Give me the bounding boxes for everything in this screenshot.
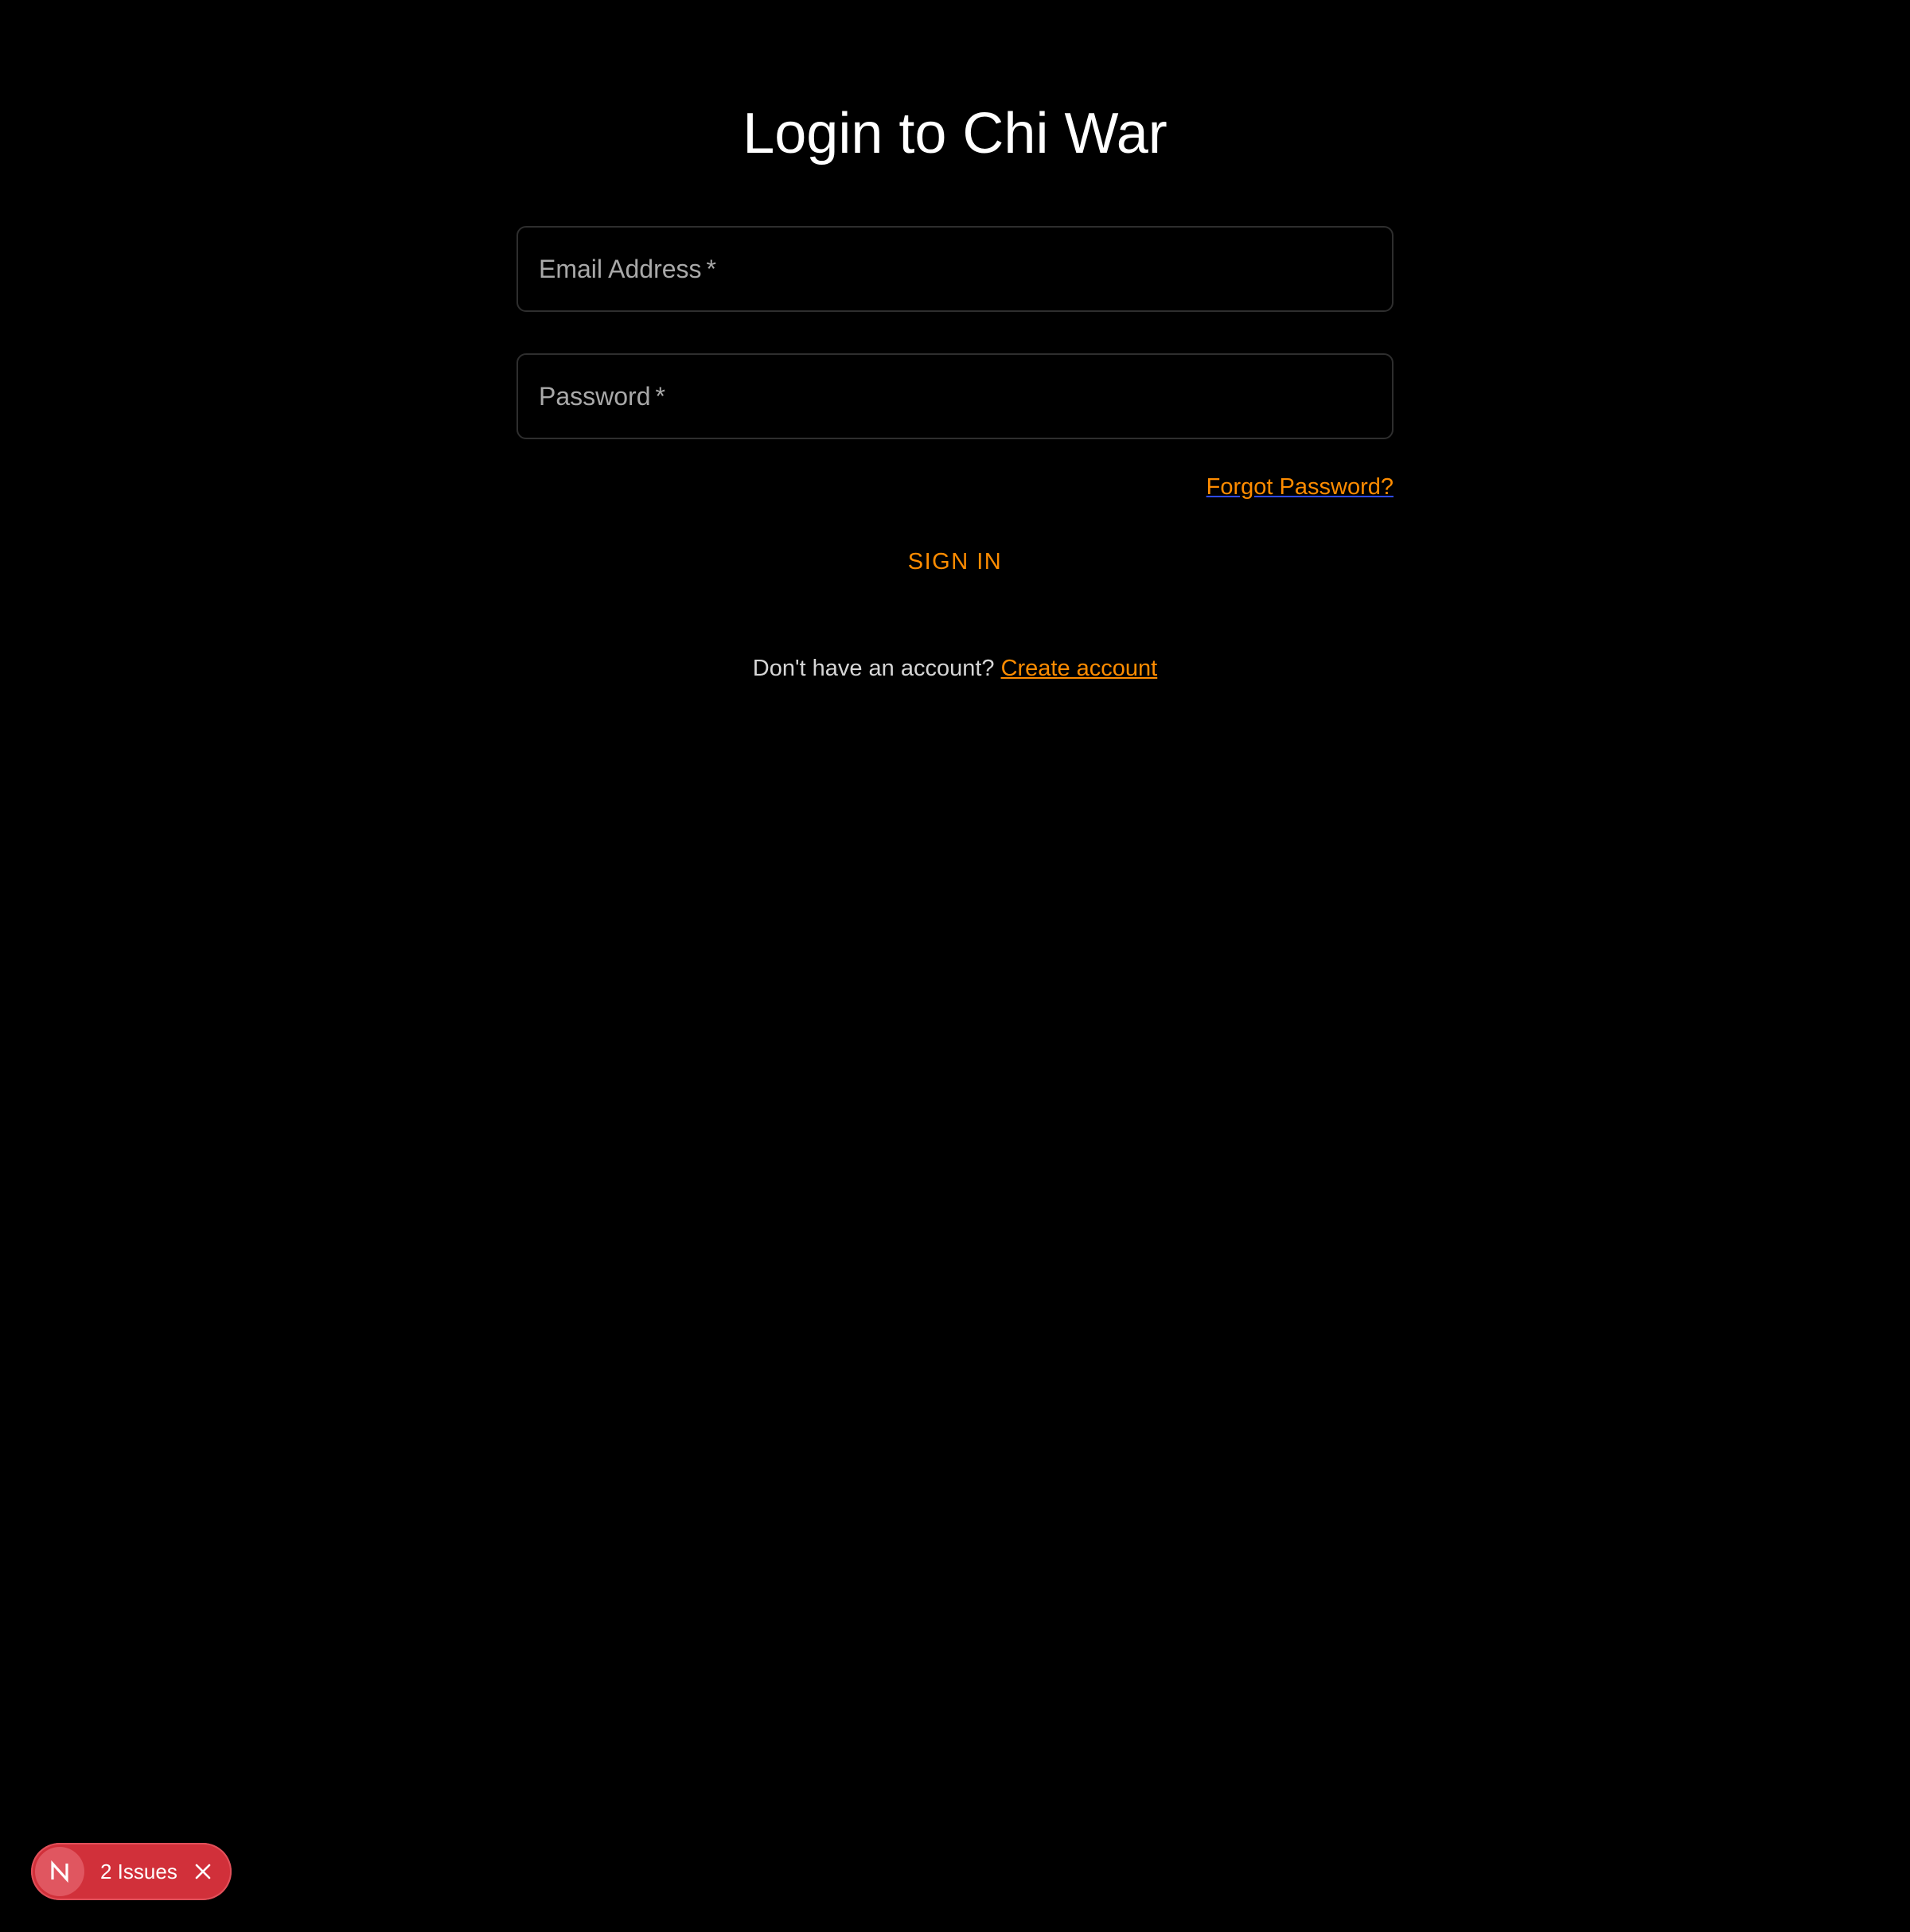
create-account-link[interactable]: Create account bbox=[1001, 656, 1158, 681]
close-icon[interactable] bbox=[192, 1860, 214, 1883]
nextjs-n-glyph bbox=[51, 1860, 68, 1883]
required-asterisk: * bbox=[706, 255, 716, 283]
signup-prompt-text: Don't have an account? bbox=[752, 656, 995, 681]
required-asterisk: * bbox=[655, 382, 665, 411]
signup-prompt-row: Don't have an account? Create account bbox=[0, 652, 1910, 684]
password-field-label: Password * bbox=[539, 382, 665, 411]
dev-issues-badge[interactable]: 2 Issues bbox=[31, 1843, 232, 1900]
nextjs-logo-icon[interactable] bbox=[35, 1847, 84, 1896]
issues-count-label[interactable]: 2 Issues bbox=[100, 1860, 177, 1884]
password-field[interactable]: Password * bbox=[516, 353, 1394, 439]
email-field[interactable]: Email Address * bbox=[516, 226, 1394, 312]
forgot-password-link[interactable]: Forgot Password? bbox=[1206, 471, 1394, 503]
email-field-label: Email Address * bbox=[539, 255, 716, 283]
login-page: Login to Chi War Email Address * Password… bbox=[0, 0, 1910, 1932]
sign-in-button[interactable]: SIGN IN bbox=[860, 539, 1050, 582]
page-title: Login to Chi War bbox=[743, 102, 1167, 166]
